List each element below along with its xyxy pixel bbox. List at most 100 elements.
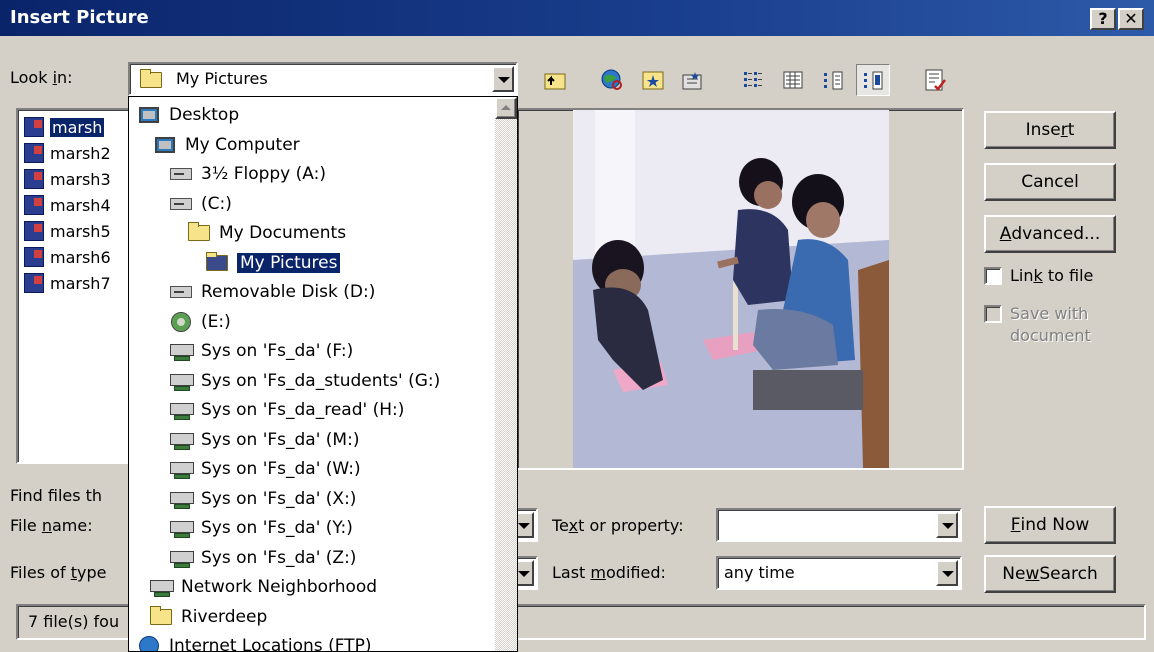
dropdown-item-label: My Documents bbox=[219, 223, 347, 243]
new-search-button[interactable]: Ne w Search bbox=[984, 555, 1116, 593]
dropdown-item-label: Sys on 'Fs_da' (Z:) bbox=[201, 547, 357, 568]
insert-button[interactable]: Inse r t bbox=[984, 111, 1116, 149]
commands-icon bbox=[925, 69, 946, 91]
dropdown-item[interactable]: Sys on 'Fs_da' (X:) bbox=[169, 485, 356, 513]
dropdown-item[interactable]: Internet Locations (FTP) bbox=[137, 632, 371, 651]
look-in-combo[interactable]: My Pictures bbox=[128, 62, 518, 96]
link-to-file-option[interactable]: Link to file bbox=[984, 266, 1093, 285]
network-neighborhood-icon bbox=[149, 577, 174, 597]
chevron-down-icon[interactable] bbox=[936, 512, 958, 538]
commands-settings-button[interactable] bbox=[918, 64, 952, 96]
dropdown-item-label: Sys on 'Fs_da' (X:) bbox=[201, 488, 357, 509]
file-name: marsh bbox=[50, 117, 105, 137]
dropdown-item[interactable]: Sys on 'Fs_da' (F:) bbox=[169, 337, 353, 365]
dropdown-item[interactable]: Sys on 'Fs_da' (Z:) bbox=[169, 544, 356, 572]
dropdown-item[interactable]: (E:) bbox=[169, 308, 231, 336]
look-in-dropdown[interactable]: Desktop My Computer 3½ Floppy (A:) (C:) My D… bbox=[128, 96, 518, 652]
link-to-file-checkbox[interactable] bbox=[984, 266, 1002, 285]
properties-view-icon bbox=[824, 71, 843, 90]
look-in-label: Look in: bbox=[10, 68, 73, 87]
floppy-drive-icon bbox=[169, 164, 193, 184]
text-property-combo[interactable] bbox=[716, 508, 962, 542]
dropdown-item[interactable]: Sys on 'Fs_da' (M:) bbox=[169, 426, 359, 454]
file-name-label: File name: bbox=[10, 516, 93, 535]
removable-drive-icon bbox=[169, 282, 193, 302]
chevron-up-icon bbox=[501, 105, 511, 110]
folder-icon bbox=[187, 222, 211, 243]
add-to-favorites-button[interactable] bbox=[676, 64, 710, 96]
network-drive-icon bbox=[169, 371, 194, 391]
dropdown-item-label: Removable Disk (D:) bbox=[201, 282, 376, 302]
dropdown-item[interactable]: Removable Disk (D:) bbox=[169, 278, 375, 306]
search-web-button[interactable] bbox=[596, 64, 630, 96]
dropdown-item[interactable]: Riverdeep bbox=[149, 603, 267, 631]
title-bar: Insert Picture ? ✕ bbox=[0, 0, 1154, 36]
dropdown-item-label: Sys on 'Fs_da' (Y:) bbox=[201, 518, 353, 538]
preview-pane bbox=[516, 108, 964, 470]
dropdown-scrollbar[interactable] bbox=[495, 97, 517, 651]
scroll-up-button[interactable] bbox=[495, 97, 517, 119]
files-of-type-label: Files of type bbox=[10, 563, 107, 582]
computer-icon bbox=[153, 135, 177, 155]
dropdown-item-label: (E:) bbox=[201, 311, 231, 332]
up-folder-icon bbox=[544, 73, 566, 90]
network-drive-icon bbox=[169, 548, 194, 568]
dropdown-item[interactable]: My Computer bbox=[153, 131, 300, 159]
cancel-button[interactable]: Cancel bbox=[984, 163, 1116, 201]
dropdown-item-label: Sys on 'Fs_da' (F:) bbox=[201, 341, 354, 361]
dropdown-item[interactable]: Desktop bbox=[137, 101, 239, 129]
dropdown-item-label: 3½ Floppy (A:) bbox=[201, 164, 326, 184]
up-one-level-button[interactable] bbox=[538, 64, 572, 96]
picture-file-icon bbox=[24, 247, 44, 267]
picture-file-icon bbox=[24, 273, 44, 293]
dropdown-item[interactable]: 3½ Floppy (A:) bbox=[169, 160, 326, 188]
picture-file-icon bbox=[24, 169, 44, 189]
last-modified-combo[interactable]: any time bbox=[716, 556, 962, 590]
picture-file-icon bbox=[24, 143, 44, 163]
preview-view-icon bbox=[864, 71, 883, 90]
save-with-document-option: Save with document bbox=[984, 304, 1120, 347]
dropdown-item-label: Sys on 'Fs_da' (W:) bbox=[201, 459, 361, 479]
help-button[interactable]: ? bbox=[1090, 8, 1116, 30]
network-drive-icon bbox=[169, 489, 194, 509]
dropdown-item[interactable]: Sys on 'Fs_da' (Y:) bbox=[169, 514, 353, 542]
list-view-button[interactable] bbox=[736, 64, 770, 96]
network-drive-icon bbox=[169, 459, 194, 479]
properties-view-button[interactable] bbox=[816, 64, 850, 96]
dropdown-item[interactable]: Sys on 'Fs_da' (W:) bbox=[169, 455, 361, 483]
dropdown-item[interactable]: Sys on 'Fs_da_students' (G:) bbox=[169, 367, 440, 395]
link-to-file-label: Link to file bbox=[1010, 266, 1094, 285]
dropdown-item[interactable]: Sys on 'Fs_da_read' (H:) bbox=[169, 396, 404, 424]
favorites-button[interactable] bbox=[636, 64, 670, 96]
folder-icon bbox=[140, 69, 162, 88]
chevron-down-icon[interactable] bbox=[492, 66, 514, 92]
dropdown-item-label: Riverdeep bbox=[181, 606, 268, 627]
chevron-down-icon[interactable] bbox=[936, 560, 958, 586]
details-view-button[interactable] bbox=[776, 64, 810, 96]
picture-file-icon bbox=[24, 221, 44, 241]
dropdown-item-label: Network Neighborhood bbox=[181, 577, 378, 597]
hard-drive-icon bbox=[169, 194, 193, 214]
folder-icon bbox=[149, 605, 173, 627]
close-button[interactable]: ✕ bbox=[1118, 8, 1144, 30]
preview-view-button[interactable] bbox=[856, 64, 890, 96]
find-now-button[interactable]: Find Now bbox=[984, 506, 1116, 544]
preview-image bbox=[573, 110, 889, 468]
advanced-button[interactable]: Advanced... bbox=[984, 215, 1116, 253]
desktop-icon bbox=[137, 105, 161, 125]
folder-open-icon bbox=[205, 251, 229, 273]
dropdown-item[interactable]: (C:) bbox=[169, 190, 232, 218]
add-favorites-icon bbox=[682, 72, 702, 90]
dropdown-item[interactable]: Network Neighborhood bbox=[149, 573, 377, 601]
picture-file-icon bbox=[24, 117, 44, 137]
save-with-document-checkbox bbox=[984, 305, 1002, 323]
network-drive-icon bbox=[169, 518, 194, 538]
globe-icon bbox=[137, 636, 161, 651]
network-drive-icon bbox=[169, 400, 194, 420]
file-name: marsh6 bbox=[50, 247, 111, 267]
dropdown-item[interactable]: My Pictures bbox=[205, 249, 342, 277]
dropdown-item-label: (C:) bbox=[201, 193, 232, 214]
look-in-value: My Pictures bbox=[176, 69, 268, 88]
dropdown-item[interactable]: My Documents bbox=[187, 219, 346, 247]
details-view-icon bbox=[783, 71, 803, 89]
